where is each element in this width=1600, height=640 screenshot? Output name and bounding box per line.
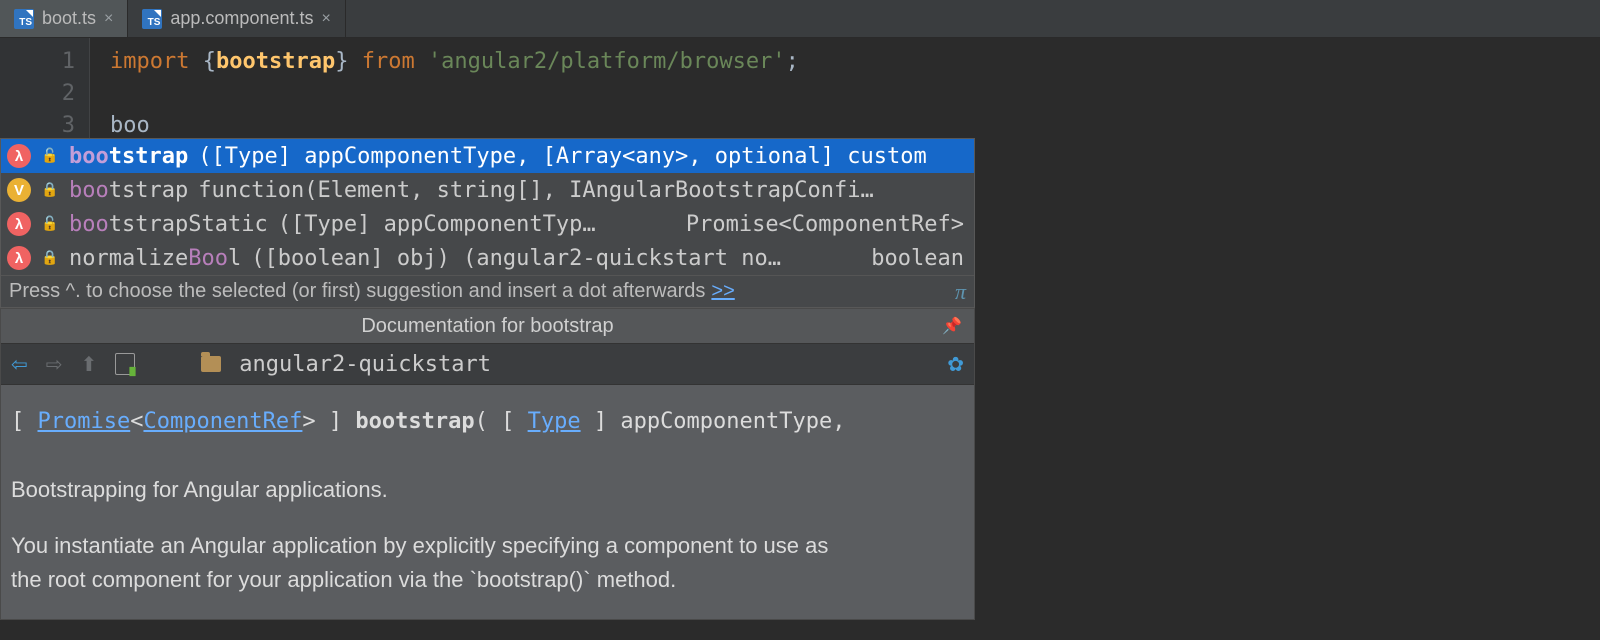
lambda-icon: λ: [7, 246, 31, 270]
code-completion-popup: λ 🔓 bootstrap ([Type] appComponentType, …: [0, 138, 975, 308]
variable-icon: V: [7, 178, 31, 202]
close-icon[interactable]: ×: [322, 10, 331, 28]
doc-toolbar: ⇦ ⇨ ⬆ angular2-quickstart ✿: [1, 343, 974, 385]
typescript-file-icon: [14, 9, 34, 29]
visibility-locked-icon: 🔒: [41, 182, 59, 198]
completion-name: normalizeBool: [69, 246, 241, 271]
completion-signature: ([Type] appComponentTyp…: [278, 212, 676, 237]
forward-icon: ⇨: [46, 352, 63, 377]
doc-link-componentref[interactable]: ComponentRef: [143, 409, 302, 434]
completion-name: bootstrapStatic: [69, 212, 268, 237]
close-icon[interactable]: ×: [104, 10, 113, 28]
visibility-locked-icon: 🔒: [41, 250, 59, 266]
doc-link-promise[interactable]: Promise: [38, 409, 131, 434]
code-editor[interactable]: 123 import {bootstrap} from 'angular2/pl…: [0, 38, 1600, 138]
lambda-icon: λ: [7, 212, 31, 236]
completion-return-type: boolean: [871, 246, 964, 271]
completion-return-type: Promise<ComponentRef>: [686, 212, 964, 237]
gear-icon[interactable]: ✿: [947, 352, 964, 377]
folder-icon: [201, 356, 221, 372]
tab-app-component-ts[interactable]: app.component.ts ×: [128, 0, 345, 37]
completion-item[interactable]: λ 🔒 normalizeBool ([boolean] obj) (angul…: [1, 241, 974, 275]
code-area[interactable]: import {bootstrap} from 'angular2/platfo…: [90, 38, 799, 138]
doc-paragraph: You instantiate an Angular application b…: [11, 529, 841, 597]
pin-icon[interactable]: 📌: [942, 316, 962, 336]
editor-tabs: boot.ts × app.component.ts ×: [0, 0, 1600, 38]
completion-item[interactable]: λ 🔓 bootstrapStatic ([Type] appComponent…: [1, 207, 974, 241]
completion-signature: ([Type] appComponentType, [Array<any>, o…: [198, 144, 964, 169]
doc-paragraph: Bootstrapping for Angular applications.: [11, 473, 964, 507]
doc-body[interactable]: [ Promise<ComponentRef> ] bootstrap( [ T…: [1, 385, 974, 619]
doc-link-type[interactable]: Type: [528, 409, 581, 434]
completion-name: bootstrap: [69, 144, 188, 169]
lambda-icon: λ: [7, 144, 31, 168]
line-gutter: 123: [0, 38, 90, 138]
completion-signature: function(Element, string[], IAngularBoot…: [198, 178, 964, 203]
completion-item[interactable]: V 🔒 bootstrap function(Element, string[]…: [1, 173, 974, 207]
completion-hint-link[interactable]: >>: [711, 280, 734, 303]
visibility-open-icon: 🔓: [41, 148, 59, 164]
completion-name: bootstrap: [69, 178, 188, 203]
doc-package-name: angular2-quickstart: [239, 352, 491, 377]
tab-label: app.component.ts: [170, 8, 313, 29]
typescript-file-icon: [142, 9, 162, 29]
up-icon: ⬆: [81, 352, 98, 377]
edit-source-icon[interactable]: [115, 353, 135, 375]
tab-boot-ts[interactable]: boot.ts ×: [0, 0, 128, 37]
completion-hint-bar: Press ^. to choose the selected (or firs…: [1, 275, 974, 307]
completion-hint-text: Press ^. to choose the selected (or firs…: [9, 280, 705, 303]
completion-item[interactable]: λ 🔓 bootstrap ([Type] appComponentType, …: [1, 139, 974, 173]
back-icon[interactable]: ⇦: [11, 352, 28, 377]
visibility-open-icon: 🔓: [41, 216, 59, 232]
doc-signature: [ Promise<ComponentRef> ] bootstrap( [ T…: [11, 405, 964, 439]
doc-title-bar: Documentation for bootstrap 📌: [1, 309, 974, 343]
quick-documentation-panel: Documentation for bootstrap 📌 ⇦ ⇨ ⬆ angu…: [0, 308, 975, 620]
tab-label: boot.ts: [42, 8, 96, 29]
pi-icon[interactable]: π: [955, 279, 966, 305]
doc-title-text: Documentation for bootstrap: [361, 315, 613, 338]
completion-signature: ([boolean] obj) (angular2-quickstart no…: [251, 246, 861, 271]
